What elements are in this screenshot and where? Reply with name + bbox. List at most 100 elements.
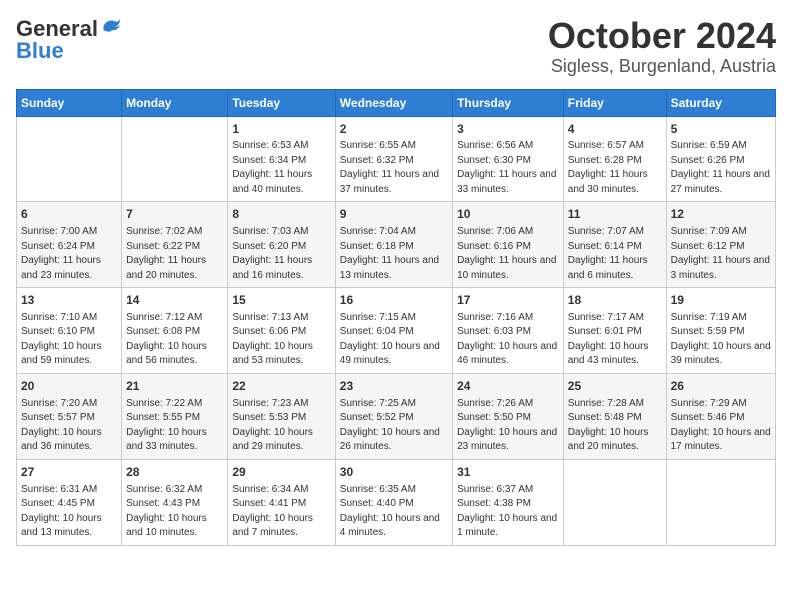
day-number: 19 bbox=[671, 292, 771, 309]
calendar-cell: 3Sunrise: 6:56 AM Sunset: 6:30 PM Daylig… bbox=[453, 116, 564, 202]
weekday-header: Thursday bbox=[453, 89, 564, 116]
calendar-cell: 12 Sunrise: 7:09 AM Sunset: 6:12 PM Dayli… bbox=[666, 202, 775, 288]
calendar-cell: 13Sunrise: 7:10 AM Sunset: 6:10 PM Dayli… bbox=[17, 288, 122, 374]
day-number: 4 bbox=[568, 121, 662, 138]
day-number: 20 bbox=[21, 378, 117, 395]
weekday-header: Saturday bbox=[666, 89, 775, 116]
day-info: Sunrise: 7:03 AM Sunset: 6:20 PM Dayligh… bbox=[232, 225, 330, 283]
day-number: 12 bbox=[671, 206, 771, 223]
day-info: Sunrise: 7:23 AM Sunset: 5:53 PM Dayligh… bbox=[232, 397, 330, 455]
calendar-cell: 14Sunrise: 7:12 AM Sunset: 6:08 PM Dayli… bbox=[122, 288, 228, 374]
day-number: 10 bbox=[457, 206, 559, 223]
day-info: Sunrise: 6:55 AM Sunset: 6:32 PM Dayligh… bbox=[340, 139, 448, 197]
day-number: 30 bbox=[340, 464, 448, 481]
weekday-header: Wednesday bbox=[335, 89, 452, 116]
day-info: Sunrise: 6:32 AM Sunset: 4:43 PM Dayligh… bbox=[126, 483, 223, 541]
month-title: October 2024 bbox=[548, 16, 776, 56]
day-info: Sunrise: 7:06 AM Sunset: 6:16 PM Dayligh… bbox=[457, 225, 559, 283]
day-number: 14 bbox=[126, 292, 223, 309]
day-info: Sunrise: 6:56 AM Sunset: 6:30 PM Dayligh… bbox=[457, 139, 559, 197]
day-number: 9 bbox=[340, 206, 448, 223]
day-number: 11 bbox=[568, 206, 662, 223]
weekday-header: Sunday bbox=[17, 89, 122, 116]
calendar-cell bbox=[563, 459, 666, 545]
title-block: October 2024 Sigless, Burgenland, Austri… bbox=[548, 16, 776, 77]
logo-bird-icon bbox=[100, 17, 122, 37]
day-info: Sunrise: 7:20 AM Sunset: 5:57 PM Dayligh… bbox=[21, 397, 117, 455]
calendar-cell: 7 Sunrise: 7:02 AM Sunset: 6:22 PM Daylig… bbox=[122, 202, 228, 288]
day-number: 18 bbox=[568, 292, 662, 309]
calendar-cell: 19 Sunrise: 7:19 AM Sunset: 5:59 PM Dayli… bbox=[666, 288, 775, 374]
calendar-week-row: 27 Sunrise: 6:31 AM Sunset: 4:45 PM Dayli… bbox=[17, 459, 776, 545]
day-info: Sunrise: 6:57 AM Sunset: 6:28 PM Dayligh… bbox=[568, 139, 662, 197]
day-number: 22 bbox=[232, 378, 330, 395]
weekday-header: Tuesday bbox=[228, 89, 335, 116]
calendar-cell: 1Sunrise: 6:53 AM Sunset: 6:34 PM Daylig… bbox=[228, 116, 335, 202]
calendar-cell: 25Sunrise: 7:28 AM Sunset: 5:48 PM Dayli… bbox=[563, 373, 666, 459]
day-number: 5 bbox=[671, 121, 771, 138]
calendar-cell: 22 Sunrise: 7:23 AM Sunset: 5:53 PM Dayli… bbox=[228, 373, 335, 459]
calendar-cell: 10 Sunrise: 7:06 AM Sunset: 6:16 PM Dayli… bbox=[453, 202, 564, 288]
day-number: 2 bbox=[340, 121, 448, 138]
day-info: Sunrise: 6:34 AM Sunset: 4:41 PM Dayligh… bbox=[232, 483, 330, 541]
calendar-cell: 17 Sunrise: 7:16 AM Sunset: 6:03 PM Dayli… bbox=[453, 288, 564, 374]
calendar-week-row: 13Sunrise: 7:10 AM Sunset: 6:10 PM Dayli… bbox=[17, 288, 776, 374]
day-info: Sunrise: 6:31 AM Sunset: 4:45 PM Dayligh… bbox=[21, 483, 117, 541]
calendar-cell: 21 Sunrise: 7:22 AM Sunset: 5:55 PM Dayli… bbox=[122, 373, 228, 459]
calendar-cell: 27 Sunrise: 6:31 AM Sunset: 4:45 PM Dayli… bbox=[17, 459, 122, 545]
calendar-cell: 29Sunrise: 6:34 AM Sunset: 4:41 PM Dayli… bbox=[228, 459, 335, 545]
page-header: General Blue October 2024 Sigless, Burge… bbox=[16, 16, 776, 77]
calendar-cell: 16Sunrise: 7:15 AM Sunset: 6:04 PM Dayli… bbox=[335, 288, 452, 374]
day-number: 7 bbox=[126, 206, 223, 223]
day-info: Sunrise: 6:37 AM Sunset: 4:38 PM Dayligh… bbox=[457, 483, 559, 541]
day-info: Sunrise: 7:04 AM Sunset: 6:18 PM Dayligh… bbox=[340, 225, 448, 283]
calendar-cell: 6 Sunrise: 7:00 AM Sunset: 6:24 PM Daylig… bbox=[17, 202, 122, 288]
calendar-cell: 5Sunrise: 6:59 AM Sunset: 6:26 PM Daylig… bbox=[666, 116, 775, 202]
day-number: 17 bbox=[457, 292, 559, 309]
day-info: Sunrise: 7:02 AM Sunset: 6:22 PM Dayligh… bbox=[126, 225, 223, 283]
day-info: Sunrise: 7:29 AM Sunset: 5:46 PM Dayligh… bbox=[671, 397, 771, 455]
logo-blue-text: Blue bbox=[16, 38, 64, 64]
calendar-cell: 30 Sunrise: 6:35 AM Sunset: 4:40 PM Dayli… bbox=[335, 459, 452, 545]
calendar-cell: 31 Sunrise: 6:37 AM Sunset: 4:38 PM Dayli… bbox=[453, 459, 564, 545]
day-info: Sunrise: 6:59 AM Sunset: 6:26 PM Dayligh… bbox=[671, 139, 771, 197]
calendar-week-row: 1Sunrise: 6:53 AM Sunset: 6:34 PM Daylig… bbox=[17, 116, 776, 202]
day-number: 8 bbox=[232, 206, 330, 223]
day-info: Sunrise: 7:26 AM Sunset: 5:50 PM Dayligh… bbox=[457, 397, 559, 455]
calendar-cell: 4Sunrise: 6:57 AM Sunset: 6:28 PM Daylig… bbox=[563, 116, 666, 202]
calendar-cell: 24Sunrise: 7:26 AM Sunset: 5:50 PM Dayli… bbox=[453, 373, 564, 459]
calendar-week-row: 6 Sunrise: 7:00 AM Sunset: 6:24 PM Daylig… bbox=[17, 202, 776, 288]
day-info: Sunrise: 7:09 AM Sunset: 6:12 PM Dayligh… bbox=[671, 225, 771, 283]
calendar-cell: 15Sunrise: 7:13 AM Sunset: 6:06 PM Dayli… bbox=[228, 288, 335, 374]
calendar-cell bbox=[666, 459, 775, 545]
day-info: Sunrise: 7:22 AM Sunset: 5:55 PM Dayligh… bbox=[126, 397, 223, 455]
calendar-cell: 28 Sunrise: 6:32 AM Sunset: 4:43 PM Dayli… bbox=[122, 459, 228, 545]
day-info: Sunrise: 7:15 AM Sunset: 6:04 PM Dayligh… bbox=[340, 311, 448, 369]
day-number: 3 bbox=[457, 121, 559, 138]
day-info: Sunrise: 6:35 AM Sunset: 4:40 PM Dayligh… bbox=[340, 483, 448, 541]
calendar-cell: 9 Sunrise: 7:04 AM Sunset: 6:18 PM Daylig… bbox=[335, 202, 452, 288]
day-number: 28 bbox=[126, 464, 223, 481]
day-info: Sunrise: 7:19 AM Sunset: 5:59 PM Dayligh… bbox=[671, 311, 771, 369]
calendar-cell: 20 Sunrise: 7:20 AM Sunset: 5:57 PM Dayli… bbox=[17, 373, 122, 459]
weekday-header: Monday bbox=[122, 89, 228, 116]
day-number: 1 bbox=[232, 121, 330, 138]
calendar-cell: 2Sunrise: 6:55 AM Sunset: 6:32 PM Daylig… bbox=[335, 116, 452, 202]
day-number: 26 bbox=[671, 378, 771, 395]
day-info: Sunrise: 7:00 AM Sunset: 6:24 PM Dayligh… bbox=[21, 225, 117, 283]
calendar-cell: 26 Sunrise: 7:29 AM Sunset: 5:46 PM Dayli… bbox=[666, 373, 775, 459]
calendar-cell: 23 Sunrise: 7:25 AM Sunset: 5:52 PM Dayli… bbox=[335, 373, 452, 459]
day-number: 21 bbox=[126, 378, 223, 395]
day-info: Sunrise: 7:17 AM Sunset: 6:01 PM Dayligh… bbox=[568, 311, 662, 369]
day-info: Sunrise: 7:28 AM Sunset: 5:48 PM Dayligh… bbox=[568, 397, 662, 455]
day-number: 6 bbox=[21, 206, 117, 223]
day-info: Sunrise: 7:25 AM Sunset: 5:52 PM Dayligh… bbox=[340, 397, 448, 455]
calendar-cell: 18 Sunrise: 7:17 AM Sunset: 6:01 PM Dayli… bbox=[563, 288, 666, 374]
day-number: 31 bbox=[457, 464, 559, 481]
day-info: Sunrise: 6:53 AM Sunset: 6:34 PM Dayligh… bbox=[232, 139, 330, 197]
day-number: 23 bbox=[340, 378, 448, 395]
location-title: Sigless, Burgenland, Austria bbox=[548, 56, 776, 77]
logo: General Blue bbox=[16, 16, 122, 64]
day-info: Sunrise: 7:16 AM Sunset: 6:03 PM Dayligh… bbox=[457, 311, 559, 369]
day-number: 27 bbox=[21, 464, 117, 481]
